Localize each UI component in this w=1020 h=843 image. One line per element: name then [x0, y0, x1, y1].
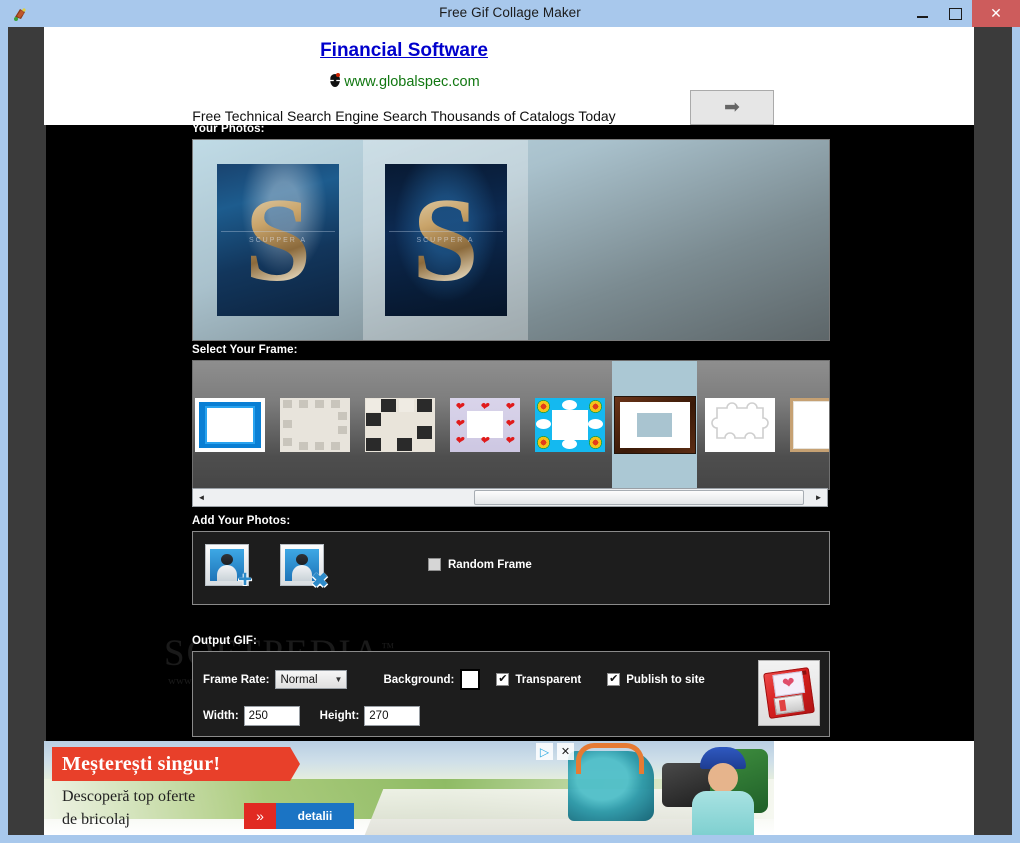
frame-thumbnail [613, 396, 696, 454]
photo-hairline [221, 230, 335, 232]
output-row-dimensions: Width: 250 Height: 270 [203, 706, 421, 726]
frame-thumbnail [279, 398, 350, 452]
minimize-button[interactable] [906, 0, 939, 27]
scroll-left-button[interactable]: ◄ [193, 489, 210, 506]
window-controls: ✕ [906, 0, 1020, 27]
frame-thumbnail [364, 398, 435, 452]
application-window: Free Gif Collage Maker ✕ Financial Softw… [0, 0, 1020, 843]
frame-rate-value: Normal [280, 673, 318, 686]
transparent-label: Transparent [515, 673, 582, 686]
ad-url[interactable]: www.globalspec.com [344, 74, 479, 90]
frame-item-blue-border[interactable] [193, 361, 272, 489]
width-input[interactable]: 250 [243, 706, 300, 726]
frame-item-light-wood[interactable] [782, 361, 829, 489]
maximize-button[interactable] [939, 0, 972, 27]
output-gif-label: Output GIF: [192, 635, 257, 647]
cross-badge-icon: ✖ [311, 570, 329, 592]
right-gutter [974, 27, 1012, 835]
ad-cta-button[interactable]: ➡ [690, 90, 774, 125]
scroll-right-button[interactable]: ► [810, 489, 827, 506]
photo-slot-2[interactable]: S SCUPPER A [363, 140, 528, 340]
output-row-primary: Frame Rate: Normal ▼ Background: ✔ Trans… [203, 669, 705, 690]
plus-badge-icon: + [237, 566, 252, 593]
floppy-disk-icon: ❤ [763, 667, 815, 719]
background-color-swatch[interactable] [460, 669, 481, 690]
frame-gallery[interactable]: ❤ ❤ ❤ ❤ ❤ ❤ ❤ ❤ [192, 360, 830, 490]
ad-cta-button[interactable]: » detalii [244, 803, 354, 829]
frame-thumbnail: ❤ ❤ ❤ ❤ ❤ ❤ ❤ ❤ [449, 398, 520, 452]
output-gif-panel: Frame Rate: Normal ▼ Background: ✔ Trans… [192, 651, 830, 737]
ad-headline-banner: Meșterești singur! [52, 747, 300, 781]
background-label: Background: [383, 673, 455, 686]
frame-thumbnail [789, 398, 829, 452]
frame-gallery-scrollbar[interactable]: ◄ ► [192, 488, 828, 507]
client-area: Financial Software www.globalspec.com Fr… [8, 27, 1012, 835]
frame-item-beige-tiles[interactable] [272, 361, 357, 489]
chevron-right-icon: » [244, 803, 276, 829]
publish-to-site-checkbox[interactable]: ✔ [607, 673, 621, 686]
ad-cta-label: detalii [276, 803, 354, 829]
random-frame-checkbox[interactable] [428, 558, 441, 571]
ad-url-row: www.globalspec.com [44, 73, 764, 91]
select-frame-label: Select Your Frame: [192, 344, 298, 356]
chevron-down-icon: ▼ [334, 675, 343, 684]
frame-item-checker-stone[interactable] [357, 361, 442, 489]
left-gutter [8, 27, 46, 835]
adchoices-icon[interactable]: ▷ [536, 743, 553, 760]
frame-item-wood-classic[interactable] [612, 361, 697, 489]
frame-item-scallop-white[interactable] [697, 361, 782, 489]
remove-photo-icon: ✖ [280, 544, 328, 592]
frame-item-clouds[interactable] [527, 361, 612, 489]
frame-rate-label: Frame Rate: [203, 673, 270, 686]
frame-thumbnail [534, 398, 605, 452]
ad-controls[interactable]: ▷ ✕ [536, 743, 574, 760]
photo-slot-1[interactable]: S SCUPPER A [193, 140, 363, 340]
photo-caption: SCUPPER A [248, 236, 308, 244]
add-photo-button[interactable]: + [205, 544, 257, 594]
frame-rate-select[interactable]: Normal ▼ [275, 670, 348, 689]
arrow-right-icon: ➡ [724, 97, 740, 118]
your-photos-label: Your Photos: [192, 123, 265, 135]
bottom-ad-creative[interactable]: Meșterești singur! Descoperă top oferte … [44, 741, 774, 835]
random-frame-label: Random Frame [448, 558, 532, 571]
width-label: Width: [203, 710, 239, 722]
ad-road-graphic [364, 789, 714, 835]
top-advertisement[interactable]: Financial Software www.globalspec.com Fr… [44, 27, 974, 125]
frame-item-hearts[interactable]: ❤ ❤ ❤ ❤ ❤ ❤ ❤ ❤ [442, 361, 527, 489]
photo-caption: SCUPPER A [416, 236, 475, 244]
add-photos-panel: + ✖ Random Frame [192, 531, 830, 605]
photo-hairline [388, 230, 503, 232]
close-ad-icon[interactable]: ✕ [557, 743, 574, 760]
photo-thumbnail[interactable]: S SCUPPER A [384, 164, 507, 316]
scrollbar-track[interactable] [210, 489, 810, 506]
globalspec-logo-icon [328, 73, 342, 88]
ad-mower-graphic [568, 743, 654, 821]
frame-thumbnail [704, 398, 775, 452]
bottom-ad-filler [774, 741, 974, 835]
frame-thumbnail [194, 398, 265, 452]
random-frame-row[interactable]: Random Frame [428, 558, 532, 571]
transparent-checkbox[interactable]: ✔ [496, 673, 510, 686]
scrollbar-thumb[interactable] [474, 490, 804, 505]
add-photos-label: Add Your Photos: [192, 515, 291, 527]
bottom-advertisement[interactable]: Meșterești singur! Descoperă top oferte … [44, 741, 974, 835]
your-photos-panel[interactable]: S SCUPPER A S SCUPPER A [192, 139, 830, 341]
height-input[interactable]: 270 [364, 706, 421, 726]
save-gif-button[interactable]: ❤ [758, 660, 820, 726]
ad-headline: Meșterești singur! [62, 752, 221, 775]
publish-to-site-label: Publish to site [626, 673, 705, 686]
title-bar: Free Gif Collage Maker ✕ [0, 0, 1020, 28]
height-label: Height: [319, 710, 360, 722]
ad-headline-link[interactable]: Financial Software [44, 40, 764, 62]
photo-thumbnail[interactable]: S SCUPPER A [217, 164, 339, 316]
window-title: Free Gif Collage Maker [439, 5, 581, 20]
ad-subline-1: Descoperă top oferte [62, 788, 196, 805]
ad-description: Free Technical Search Engine Search Thou… [192, 108, 616, 124]
remove-photo-button[interactable]: ✖ [280, 544, 332, 594]
close-button[interactable]: ✕ [972, 0, 1020, 27]
ad-person-graphic [674, 747, 770, 835]
ad-subline-2: de bricolaj [62, 811, 130, 828]
add-photo-icon: + [205, 544, 252, 592]
